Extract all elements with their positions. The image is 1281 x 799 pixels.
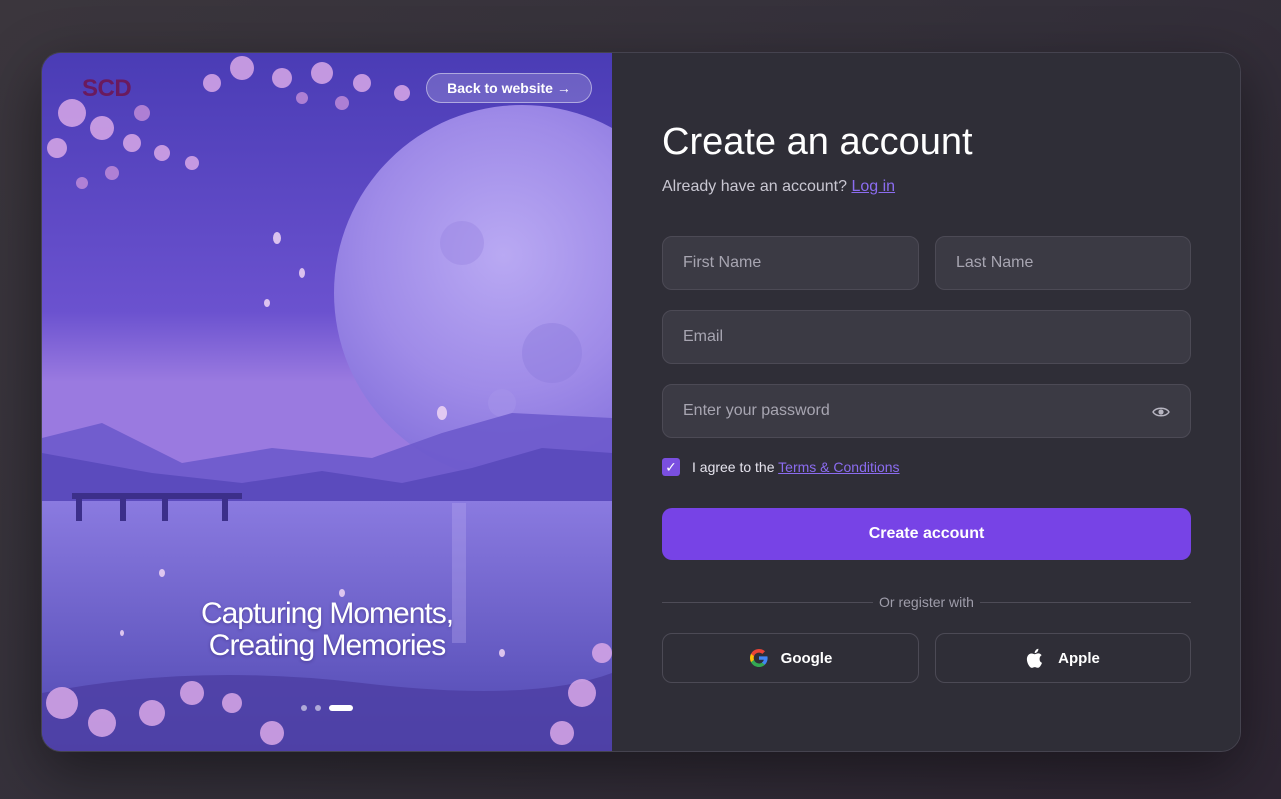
signup-form-panel: Create an account Already have an accoun…: [612, 53, 1240, 751]
terms-agreement: ✓ I agree to the Terms & Conditions: [662, 458, 900, 476]
google-icon: [749, 649, 768, 667]
carousel-indicators: [301, 705, 353, 711]
create-account-button[interactable]: Create account: [662, 508, 1191, 560]
carousel-dot-3[interactable]: [329, 705, 353, 711]
hero-panel: SCD Back to website → Capturing Moments,…: [42, 53, 612, 751]
hero-caption: Capturing Moments, Creating Memories: [42, 598, 612, 662]
apple-signup-button[interactable]: Apple: [935, 633, 1191, 683]
login-link[interactable]: Log in: [851, 178, 895, 195]
last-name-input[interactable]: [956, 254, 1190, 272]
back-to-website-label: Back to website →: [447, 80, 571, 96]
email-input[interactable]: [683, 328, 1190, 346]
terms-agree-text: I agree to the: [692, 459, 775, 475]
carousel-dot-1[interactable]: [301, 705, 307, 711]
first-name-input[interactable]: [683, 254, 918, 272]
eye-icon[interactable]: [1152, 404, 1170, 420]
hero-caption-line-1: Capturing Moments,: [200, 597, 454, 630]
password-field[interactable]: [662, 384, 1191, 438]
apple-icon: [1027, 648, 1043, 668]
terms-checkbox[interactable]: ✓: [662, 458, 680, 476]
divider-label: Or register with: [879, 594, 974, 610]
password-input[interactable]: [683, 402, 1142, 420]
first-name-field[interactable]: [662, 236, 919, 290]
social-divider: Or register with: [662, 593, 1192, 611]
hero-caption-line-2: Creating Memories: [208, 629, 446, 662]
terms-link[interactable]: Terms & Conditions: [778, 459, 899, 475]
google-label: Google: [780, 649, 833, 667]
google-signup-button[interactable]: Google: [662, 633, 919, 683]
login-prompt-text: Already have an account?: [662, 178, 848, 195]
login-prompt: Already have an account? Log in: [662, 178, 895, 196]
divider-line-left: [662, 601, 874, 603]
auth-card: SCD Back to website → Capturing Moments,…: [41, 52, 1241, 752]
page-title: Create an account: [662, 121, 973, 163]
apple-label: Apple: [1058, 649, 1100, 667]
divider-line-right: [979, 601, 1192, 603]
email-field[interactable]: [662, 310, 1191, 364]
brand-logo[interactable]: SCD: [82, 75, 132, 103]
last-name-field[interactable]: [935, 236, 1191, 290]
carousel-dot-2[interactable]: [315, 705, 321, 711]
back-to-website-button[interactable]: Back to website →: [426, 73, 592, 103]
